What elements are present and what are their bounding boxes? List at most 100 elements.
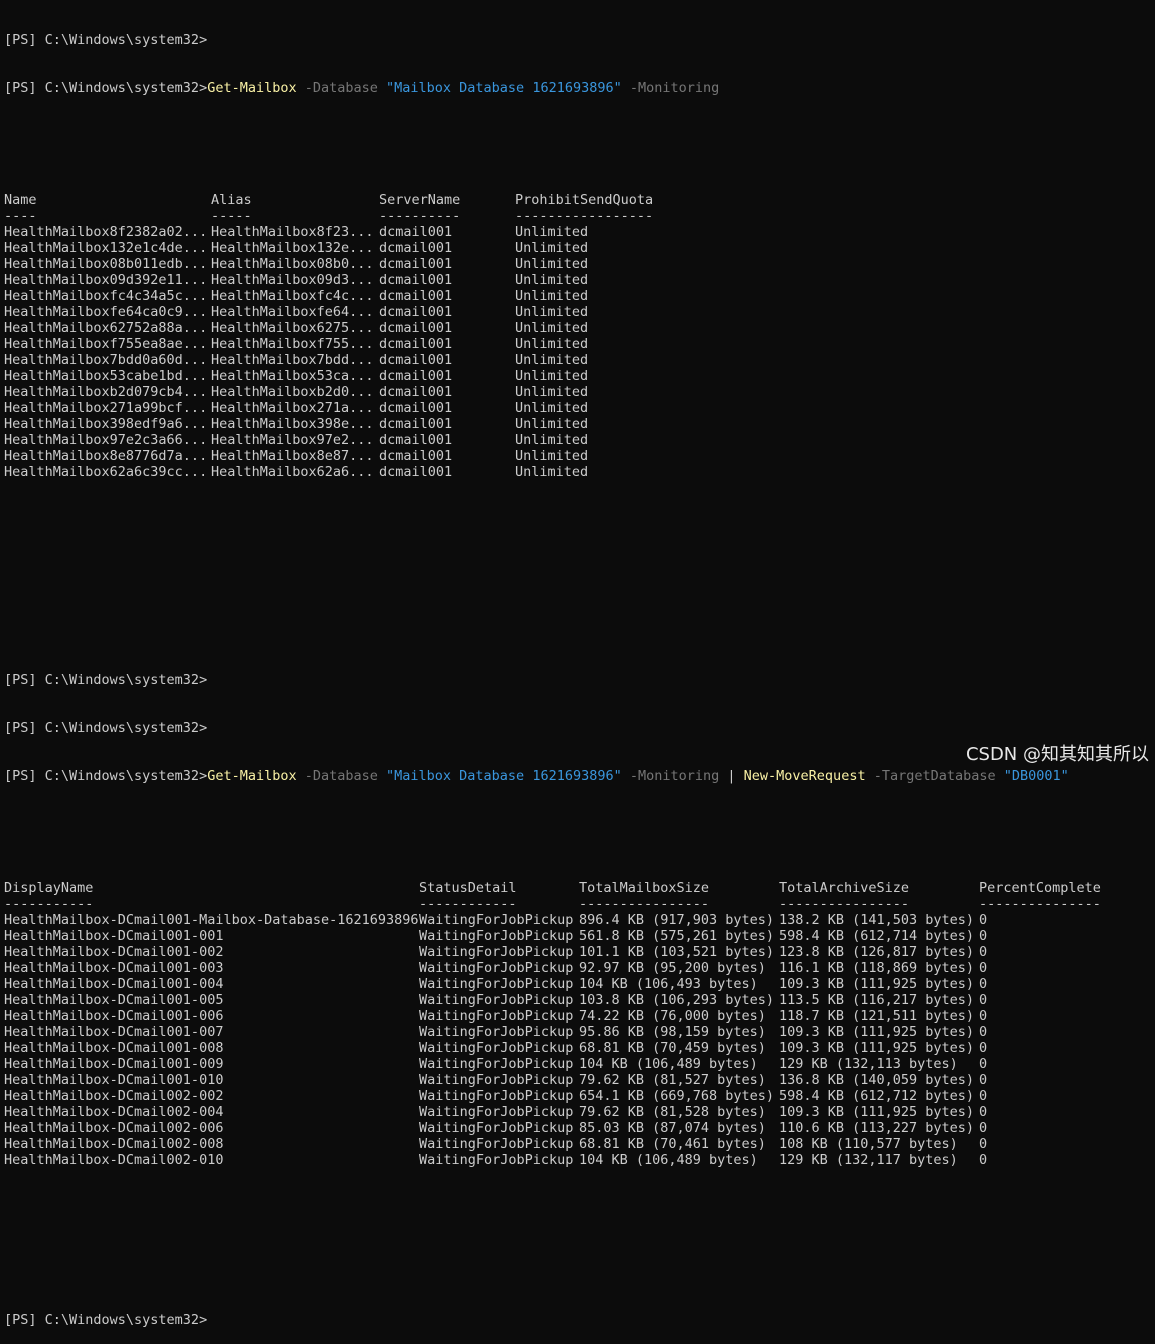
move-request-cell: HealthMailbox-DCmail001-002 (4, 944, 224, 960)
move-request-cell: 79.62 KB (81,528 bytes) (579, 1104, 766, 1120)
string-argument: "Mailbox Database 1621693896" (386, 80, 622, 96)
move-request-cell: 598.4 KB (612,712 bytes) (779, 1088, 975, 1104)
table-row: HealthMailbox-DCmail001-010 WaitingForJob… (4, 1072, 1155, 1088)
mailbox-cell: dcmail001 (379, 272, 453, 288)
move-request-cell: 896.4 KB (917,903 bytes) (579, 912, 775, 928)
table-row: HealthMailbox-DCmail001-009 WaitingForJob… (4, 1056, 1155, 1072)
mailbox-cell: HealthMailbox132e... (211, 240, 374, 256)
move-request-cell: WaitingForJobPickup (419, 1104, 574, 1120)
mailbox-cell: HealthMailbox271a99bcf... (4, 400, 208, 416)
move-request-cell: WaitingForJobPickup (419, 944, 574, 960)
table-row: HealthMailbox-DCmail001-004 WaitingForJob… (4, 976, 1155, 992)
move-request-cell: WaitingForJobPickup (419, 1072, 574, 1088)
mailbox-cell: HealthMailboxfe64ca0c9... (4, 304, 208, 320)
move-request-cell: 0 (979, 1104, 988, 1120)
command-line-move-request: [PS] C:\Windows\system32>Get-Mailbox -Da… (4, 768, 1155, 784)
move-request-cell: 0 (979, 960, 988, 976)
move-request-cell: ------------ (419, 896, 517, 912)
table-row: HealthMailbox08b011edb... HealthMailbox08… (4, 256, 1155, 272)
prompt-line: [PS] C:\Windows\system32> (4, 1312, 208, 1328)
mailbox-cell: dcmail001 (379, 352, 453, 368)
move-request-cell: 561.8 KB (575,261 bytes) (579, 928, 775, 944)
mailbox-cell: HealthMailbox398edf9a6... (4, 416, 208, 432)
mailbox-cell: dcmail001 (379, 336, 453, 352)
mailbox-cell: dcmail001 (379, 432, 453, 448)
mailbox-cell: Unlimited (515, 288, 589, 304)
move-request-cell: 0 (979, 976, 988, 992)
prompt-line: [PS] C:\Windows\system32> (4, 32, 208, 48)
table-row: HealthMailboxfe64ca0c9... HealthMailboxfe… (4, 304, 1155, 320)
mailbox-cell: HealthMailbox8e87... (211, 448, 374, 464)
table-row: HealthMailbox-DCmail002-002 WaitingForJob… (4, 1088, 1155, 1104)
mailbox-cell: HealthMailbox09d3... (211, 272, 374, 288)
mailbox-cell: Unlimited (515, 240, 589, 256)
move-request-cell: WaitingForJobPickup (419, 1152, 574, 1168)
mailbox-cell: HealthMailbox53ca... (211, 368, 374, 384)
mailbox-cell: HealthMailbox8f23... (211, 224, 374, 240)
parameter-name: -TargetDatabase (865, 768, 1004, 784)
move-request-cell: HealthMailbox-DCmail002-006 (4, 1120, 224, 1136)
terminal-output[interactable]: [PS] C:\Windows\system32> [PS] C:\Window… (4, 0, 1155, 1328)
move-request-cell: HealthMailbox-DCmail001-007 (4, 1024, 224, 1040)
table-header-underline: ---- ----- ---------- ----------------- (4, 208, 1155, 224)
move-request-cell: WaitingForJobPickup (419, 928, 574, 944)
mailbox-cell: ---------- (379, 208, 461, 224)
move-request-cell: WaitingForJobPickup (419, 1056, 574, 1072)
mailbox-cell: HealthMailbox7bdd0a60d... (4, 352, 208, 368)
pipe-operator: | (727, 768, 744, 784)
move-request-cell: DisplayName (4, 880, 94, 896)
mailbox-cell: HealthMailboxfc4c... (211, 288, 374, 304)
move-request-cell: 74.22 KB (76,000 bytes) (579, 1008, 766, 1024)
mailbox-cell: dcmail001 (379, 304, 453, 320)
move-request-cell: HealthMailbox-DCmail001-004 (4, 976, 224, 992)
move-request-cell: HealthMailbox-DCmail002-004 (4, 1104, 224, 1120)
move-request-cell: 138.2 KB (141,503 bytes) (779, 912, 975, 928)
mailbox-cell: HealthMailboxf755... (211, 336, 374, 352)
move-request-cell: 109.3 KB (111,925 bytes) (779, 1024, 975, 1040)
string-argument: "DB0001" (1003, 768, 1069, 784)
mailbox-cell: dcmail001 (379, 256, 453, 272)
move-request-cell: HealthMailbox-DCmail002-002 (4, 1088, 224, 1104)
move-request-cell: 85.03 KB (87,074 bytes) (579, 1120, 766, 1136)
prompt-line: [PS] C:\Windows\system32> (4, 672, 208, 688)
parameter-name: -Monitoring (621, 768, 728, 784)
string-argument: "Mailbox Database 1621693896" (386, 768, 622, 784)
move-request-cell: 136.8 KB (140,059 bytes) (779, 1072, 975, 1088)
mailbox-cell: dcmail001 (379, 288, 453, 304)
mailbox-cell: Unlimited (515, 368, 589, 384)
move-request-cell: WaitingForJobPickup (419, 1120, 574, 1136)
move-request-cell: HealthMailbox-DCmail001-010 (4, 1072, 224, 1088)
mailbox-cell: ----- (211, 208, 252, 224)
move-request-cell: WaitingForJobPickup (419, 976, 574, 992)
move-request-cell: WaitingForJobPickup (419, 1040, 574, 1056)
mailbox-cell: HealthMailboxfe64... (211, 304, 374, 320)
move-request-cell: 0 (979, 928, 988, 944)
table-row: HealthMailbox-DCmail001-001 WaitingForJob… (4, 928, 1155, 944)
move-request-cell: HealthMailbox-DCmail001-003 (4, 960, 224, 976)
move-request-cell: WaitingForJobPickup (419, 912, 574, 928)
move-request-cell: 104 KB (106,489 bytes) (579, 1152, 758, 1168)
mailbox-cell: Unlimited (515, 352, 589, 368)
move-request-cell: 92.97 KB (95,200 bytes) (579, 960, 766, 976)
move-request-cell: 104 KB (106,493 bytes) (579, 976, 758, 992)
move-request-cell: 0 (979, 1056, 988, 1072)
table-row: HealthMailbox8f2382a02... HealthMailbox8f… (4, 224, 1155, 240)
cmdlet-name: New-MoveRequest (743, 768, 866, 784)
move-request-cell: HealthMailbox-DCmail001-009 (4, 1056, 224, 1072)
mailbox-cell: Unlimited (515, 224, 589, 240)
move-request-cell: 103.8 KB (106,293 bytes) (579, 992, 775, 1008)
table-row: HealthMailbox-DCmail001-003 WaitingForJob… (4, 960, 1155, 976)
move-request-cell: 0 (979, 1136, 988, 1152)
mailbox-cell: dcmail001 (379, 368, 453, 384)
mailbox-cell: Unlimited (515, 256, 589, 272)
move-request-cell: 0 (979, 1088, 988, 1104)
move-request-cell: 123.8 KB (126,817 bytes) (779, 944, 975, 960)
mailbox-cell: dcmail001 (379, 464, 453, 480)
table-row: HealthMailbox-DCmail002-004 WaitingForJob… (4, 1104, 1155, 1120)
mailbox-cell: Unlimited (515, 272, 589, 288)
command-line-get-mailbox: [PS] C:\Windows\system32>Get-Mailbox -Da… (4, 80, 1155, 96)
parameter-name: -Database (296, 80, 387, 96)
move-request-cell: 104 KB (106,489 bytes) (579, 1056, 758, 1072)
move-request-cell: WaitingForJobPickup (419, 992, 574, 1008)
move-request-cell: ---------------- (779, 896, 910, 912)
